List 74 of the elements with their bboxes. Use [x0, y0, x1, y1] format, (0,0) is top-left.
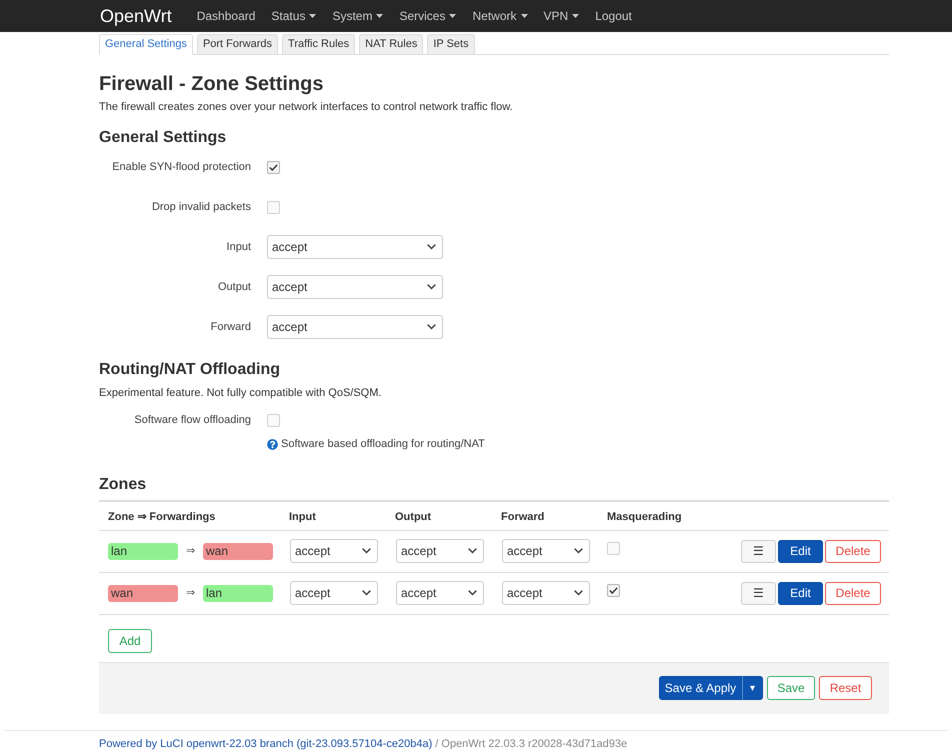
- forward-arrow: ⇒: [186, 544, 195, 559]
- help-icon: [267, 438, 278, 450]
- save-apply-button[interactable]: Save & Apply: [659, 676, 742, 700]
- section-description: Experimental feature. Not fully compatible with QoS/SQM.: [99, 387, 382, 400]
- zone-badge: wan: [108, 584, 178, 602]
- select-field[interactable]: accept: [396, 581, 484, 605]
- nav-menu-item[interactable]: Logout: [587, 0, 640, 32]
- field-label: Output: [218, 280, 251, 295]
- chevron-down-icon: [574, 548, 583, 554]
- field-label: Input: [226, 240, 251, 255]
- forward-arrow: ⇒: [186, 586, 195, 601]
- chevron-down-icon: [574, 590, 583, 596]
- check-icon: [609, 587, 618, 594]
- chevron-down-icon: [362, 548, 371, 554]
- check-icon: [269, 164, 278, 170]
- luci-link[interactable]: Powered by LuCI openwrt-22.03 branch (git-23.093.57104-ce20b4a): [99, 738, 432, 750]
- zone-badge: wan: [203, 542, 273, 560]
- column-header: Masquerading: [607, 510, 682, 522]
- nav-menu-item[interactable]: VPN: [536, 0, 588, 32]
- zone-badge: lan: [108, 542, 178, 560]
- column-header: Forward: [501, 510, 544, 522]
- select-field[interactable]: accept: [267, 235, 443, 259]
- checkbox[interactable]: [267, 160, 280, 174]
- chevron-down-icon: [468, 590, 477, 596]
- column-header: Input: [289, 510, 316, 522]
- field-label: Enable SYN-flood protection: [112, 160, 251, 175]
- version-text: / OpenWrt 22.03.3 r20028-43d71ad93e: [435, 738, 628, 750]
- chevron-down-icon: [427, 324, 436, 330]
- chevron-down-icon: [427, 244, 436, 250]
- checkbox[interactable]: [267, 200, 280, 214]
- select-field[interactable]: accept: [290, 539, 378, 563]
- nav-menu-item[interactable]: Services: [391, 0, 464, 32]
- checkbox[interactable]: [607, 542, 620, 555]
- select-field[interactable]: accept: [396, 539, 484, 563]
- field-label: Software flow offloading: [134, 413, 251, 428]
- tab[interactable]: Traffic Rules: [282, 34, 356, 55]
- tab[interactable]: IP Sets: [427, 34, 475, 55]
- help-text: Software based offloading for routing/NAT: [281, 437, 485, 452]
- nav-menu-item[interactable]: System: [324, 0, 392, 32]
- select-field[interactable]: accept: [267, 315, 443, 339]
- page-title: Firewall - Zone Settings: [99, 72, 324, 96]
- column-header: Zone ⇒ Forwardings: [108, 510, 216, 522]
- reset-button[interactable]: Reset: [819, 676, 872, 700]
- select-field[interactable]: accept: [502, 539, 590, 563]
- chevron-down-icon: [427, 284, 436, 290]
- page-description: The firewall creates zones over your network interfaces to control network traffic flow.: [99, 101, 514, 114]
- chevron-down-icon: [362, 590, 371, 596]
- tab[interactable]: NAT Rules: [359, 34, 424, 55]
- menu-button[interactable]: ☰: [741, 582, 776, 604]
- tab[interactable]: General Settings: [99, 34, 193, 55]
- select-field[interactable]: accept: [267, 275, 443, 299]
- delete-button[interactable]: Delete: [825, 582, 881, 604]
- nav-menu-item[interactable]: Status: [263, 0, 324, 32]
- apply-menu-button[interactable]: ▾: [742, 676, 763, 700]
- menu-button[interactable]: ☰: [741, 540, 776, 562]
- checkbox[interactable]: [267, 414, 280, 427]
- field-label: Drop invalid packets: [152, 200, 251, 215]
- chevron-down-icon: [468, 548, 477, 554]
- nav-menu-item[interactable]: Network: [464, 0, 536, 32]
- section-heading: Routing/NAT Offloading: [99, 360, 281, 379]
- column-header: Output: [395, 510, 432, 522]
- tab[interactable]: Port Forwards: [196, 34, 278, 55]
- section-heading: General Settings: [99, 128, 228, 147]
- section-heading: Zones: [99, 474, 148, 494]
- select-field[interactable]: accept: [502, 581, 590, 605]
- checkbox[interactable]: [607, 584, 620, 597]
- select-field[interactable]: accept: [290, 581, 378, 605]
- edit-button[interactable]: Edit: [778, 540, 823, 562]
- delete-button[interactable]: Delete: [825, 540, 881, 562]
- field-label: Forward: [210, 320, 251, 335]
- brand-logo[interactable]: OpenWrt: [100, 6, 172, 26]
- nav-menu-item[interactable]: Dashboard: [188, 0, 264, 32]
- zone-badge: lan: [203, 584, 273, 602]
- edit-button[interactable]: Edit: [778, 582, 823, 604]
